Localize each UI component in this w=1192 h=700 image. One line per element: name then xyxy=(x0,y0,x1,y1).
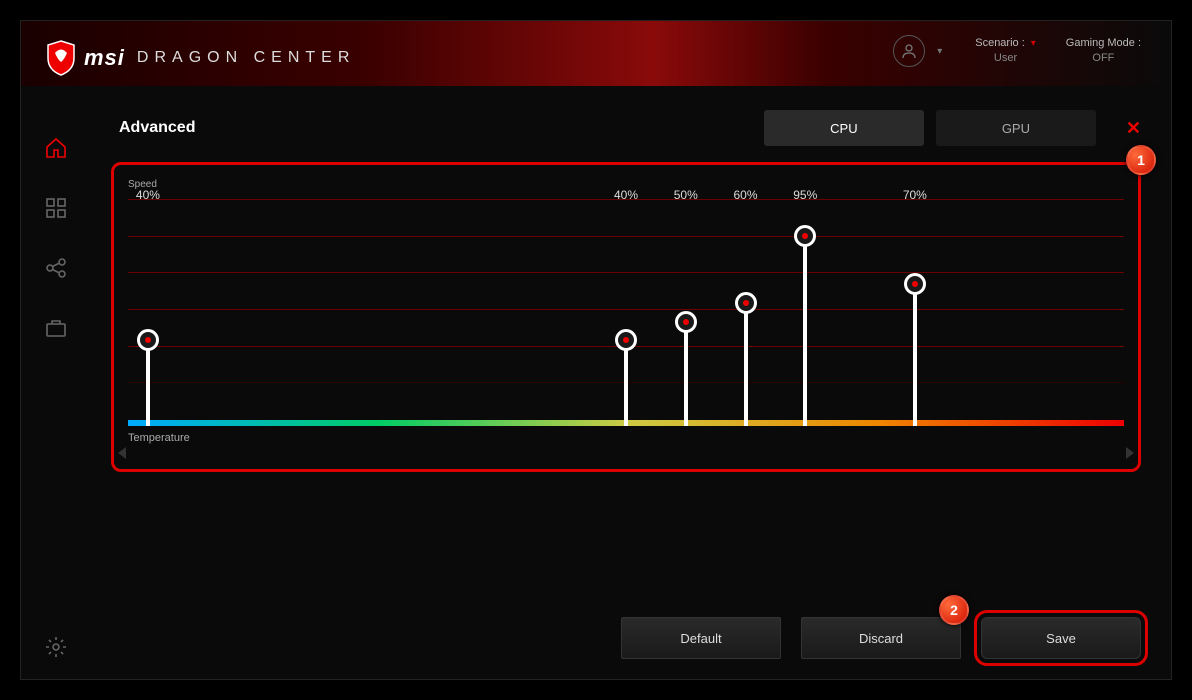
point-stem xyxy=(624,340,628,426)
apps-icon[interactable] xyxy=(44,196,68,220)
panel-title: Advanced xyxy=(111,119,195,137)
temperature-axis-label: Temperature xyxy=(128,432,1124,444)
header-right: ▾ Scenario : ▾ User Gaming Mode : OFF xyxy=(893,35,1141,67)
chevron-down-icon: ▾ xyxy=(937,46,942,57)
save-button[interactable]: Save xyxy=(981,617,1141,659)
point-label: 40% xyxy=(614,188,638,202)
callout-1: 1 xyxy=(1126,145,1156,175)
scroll-left-icon[interactable] xyxy=(118,447,126,459)
app-body: Advanced CPU GPU ✕ Speed 40%40%50%60%95%… xyxy=(21,86,1171,679)
drag-handle[interactable] xyxy=(137,329,159,351)
tabs: CPU GPU xyxy=(764,110,1096,146)
drag-handle[interactable] xyxy=(735,292,757,314)
drag-handle[interactable] xyxy=(675,311,697,333)
point-stem xyxy=(146,340,150,426)
point-label: 95% xyxy=(793,188,817,202)
sidebar xyxy=(21,86,91,679)
app-window: — ✕ msi DRAGON CENTER ▾ Scenario :▾ User… xyxy=(20,20,1172,680)
point-stem xyxy=(684,322,688,427)
main-panel: Advanced CPU GPU ✕ Speed 40%40%50%60%95%… xyxy=(91,86,1171,679)
grid-line xyxy=(128,272,1124,273)
scenario-selector[interactable]: Scenario : ▾ User xyxy=(975,36,1036,67)
gaming-mode-label: Gaming Mode : xyxy=(1066,36,1141,51)
drag-handle[interactable] xyxy=(794,225,816,247)
close-panel-icon[interactable]: ✕ xyxy=(1126,118,1141,139)
tab-gpu[interactable]: GPU xyxy=(936,110,1096,146)
drag-handle[interactable] xyxy=(904,273,926,295)
callout-2: 2 xyxy=(939,595,969,625)
gaming-mode-display: Gaming Mode : OFF xyxy=(1066,36,1141,67)
scroll-right-icon[interactable] xyxy=(1126,447,1134,459)
fan-curve-chart: Speed 40%40%50%60%95%70% Temperature 1 xyxy=(111,162,1141,472)
discard-button[interactable]: Discard xyxy=(801,617,961,659)
point-stem xyxy=(913,284,917,426)
app-header: msi DRAGON CENTER ▾ Scenario : ▾ User Gam… xyxy=(21,21,1171,86)
home-icon[interactable] xyxy=(44,136,68,160)
chart-area: 40%40%50%60%95%70% xyxy=(128,196,1124,426)
drag-handle[interactable] xyxy=(615,329,637,351)
app-title: DRAGON CENTER xyxy=(137,49,355,67)
chevron-down-icon: ▾ xyxy=(1031,38,1036,49)
point-label: 50% xyxy=(674,188,698,202)
brand-text: msi xyxy=(84,45,125,71)
settings-icon[interactable] xyxy=(44,635,68,659)
default-button[interactable]: Default xyxy=(621,617,781,659)
scenario-value: User xyxy=(975,51,1036,66)
point-label: 60% xyxy=(734,188,758,202)
user-avatar[interactable]: ▾ xyxy=(893,35,925,67)
grid-line xyxy=(128,236,1124,237)
scenario-label: Scenario : xyxy=(975,37,1025,49)
msi-shield-icon xyxy=(46,40,76,76)
point-label: 70% xyxy=(903,188,927,202)
toolbox-icon[interactable] xyxy=(44,316,68,340)
grid-line xyxy=(128,309,1124,310)
gaming-mode-value: OFF xyxy=(1066,51,1141,66)
share-icon[interactable] xyxy=(44,256,68,280)
panel-header: Advanced CPU GPU ✕ xyxy=(111,106,1141,150)
point-stem xyxy=(744,303,748,426)
button-row: Default Discard Save 2 xyxy=(621,617,1141,659)
point-stem xyxy=(803,236,807,426)
tab-cpu[interactable]: CPU xyxy=(764,110,924,146)
point-label: 40% xyxy=(136,188,160,202)
user-icon xyxy=(901,43,917,59)
